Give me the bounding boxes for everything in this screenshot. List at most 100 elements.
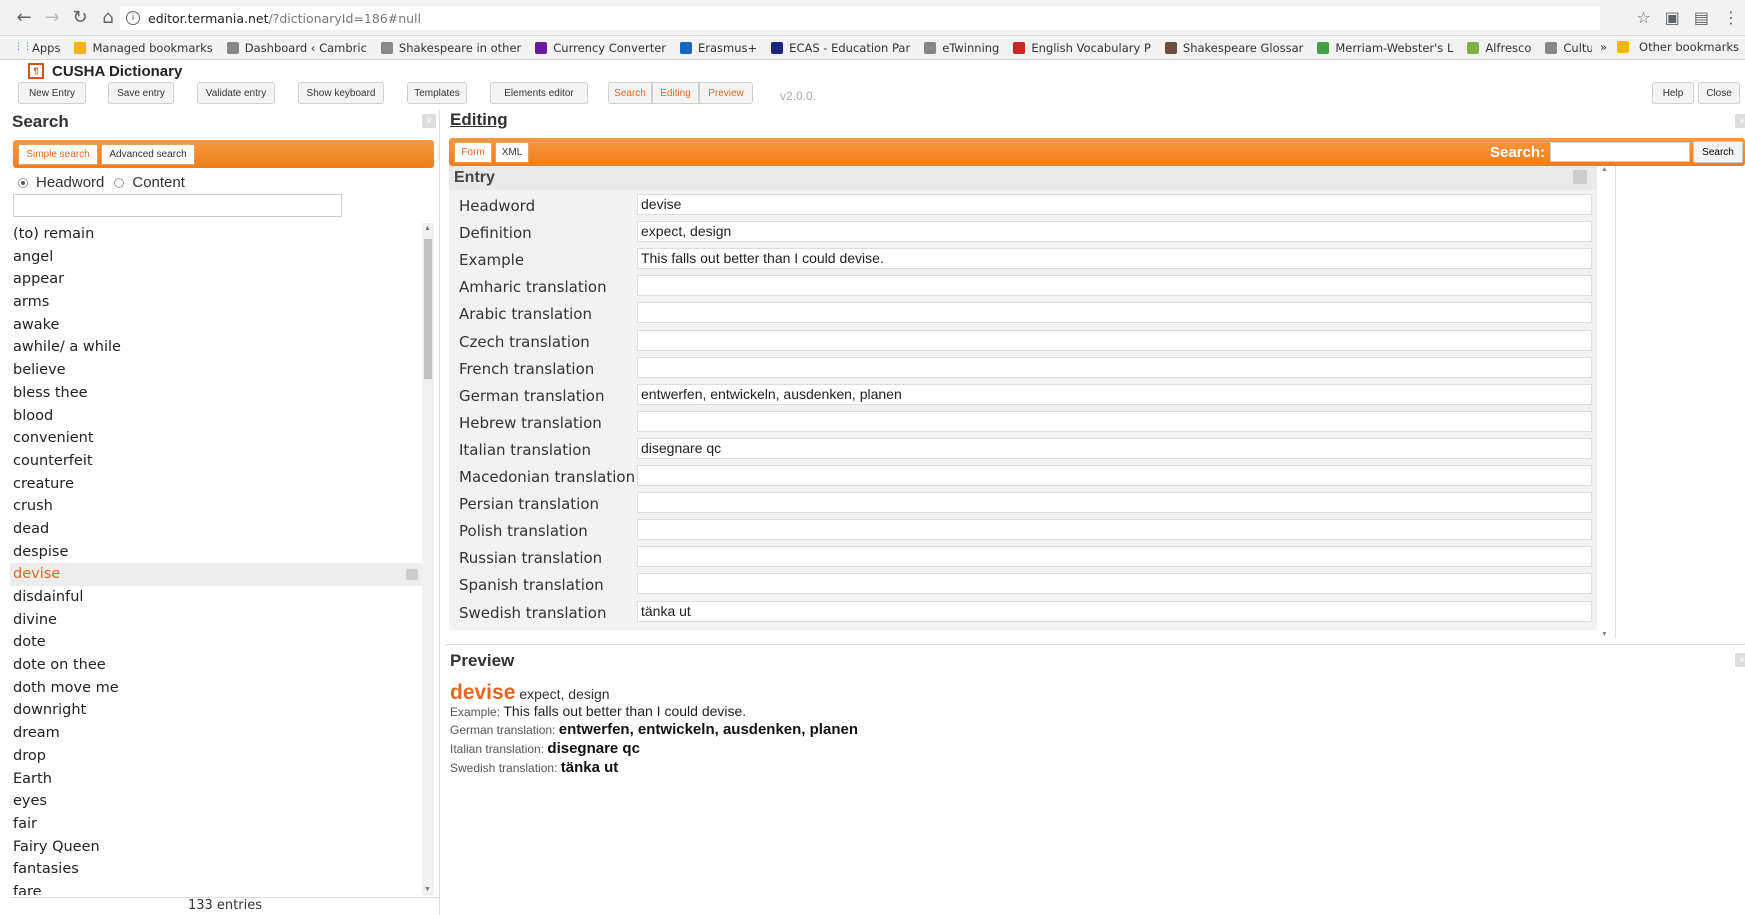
preview-toggle-button[interactable]: Preview [699,82,753,104]
extension-icon[interactable]: ▣ [1665,8,1680,27]
list-item[interactable]: divine [10,609,430,632]
list-item[interactable]: doth move me [10,677,430,700]
show-keyboard-button[interactable]: Show keyboard [298,82,384,104]
tab-advanced-search[interactable]: Advanced search [101,144,195,165]
bookmark-item[interactable]: Managed bookmarks [74,41,213,55]
scroll-down-icon[interactable]: ▼ [424,886,431,893]
bookmark-item[interactable]: ⋮⋮ Apps [14,41,60,55]
field-input[interactable] [637,410,1592,432]
extension-icon-2[interactable]: ▤ [1694,8,1709,27]
reload-icon[interactable]: ↻ [66,4,94,32]
list-item[interactable]: blood [10,405,430,428]
close-search-panel-icon[interactable]: × [422,114,436,128]
list-item[interactable]: counterfeit [10,450,430,473]
back-icon[interactable]: ← [10,4,38,32]
tab-xml[interactable]: XML [495,142,529,163]
close-preview-panel-icon[interactable]: × [1735,653,1745,667]
list-item[interactable]: (to) remain [10,223,430,246]
scroll-up-icon[interactable]: ▲ [424,225,431,232]
list-item[interactable]: disdainful [10,586,430,609]
bookmark-item[interactable]: Erasmus+ [680,41,757,55]
bookmark-item[interactable]: ECAS - Education Par [771,41,910,55]
list-item[interactable]: bless thee [10,382,430,405]
editing-search-input[interactable] [1550,142,1690,162]
field-input[interactable]: expect, design [637,221,1592,243]
list-item[interactable]: creature [10,473,430,496]
field-input[interactable] [637,329,1592,351]
field-input[interactable] [637,546,1592,568]
scroll-thumb[interactable] [424,239,432,379]
close-editing-panel-icon[interactable]: × [1735,114,1745,128]
bookmark-star-icon[interactable]: ☆ [1636,8,1650,27]
editing-search-button[interactable]: Search [1693,141,1743,163]
close-button[interactable]: Close [1698,82,1740,104]
list-item[interactable]: fare [10,881,430,895]
bookmark-item[interactable]: Alfresco [1467,41,1531,55]
save-entry-button[interactable]: Save entry [108,82,174,104]
other-bookmarks[interactable]: Other bookmarks [1639,40,1739,54]
list-item[interactable]: crush [10,495,430,518]
search-input[interactable] [13,194,342,217]
forward-icon[interactable]: → [38,4,66,32]
bookmark-item[interactable]: Dashboard ‹ Cambric [226,41,367,55]
list-item[interactable]: dream [10,722,430,745]
editing-toggle-button[interactable]: Editing [652,82,699,104]
bookmark-item[interactable]: English Vocabulary P [1013,41,1151,55]
field-input[interactable]: This falls out better than I could devis… [637,248,1592,270]
collapse-entry-icon[interactable] [1573,170,1587,184]
list-item[interactable]: dote [10,631,430,654]
field-input[interactable] [637,465,1592,486]
form-scroll-up-icon[interactable]: ▲ [1601,166,1608,173]
list-item[interactable]: believe [10,359,430,382]
bookmark-item[interactable]: Shakespeare in other [380,41,521,55]
list-item[interactable]: awhile/ a while [10,336,430,359]
field-input[interactable] [637,519,1592,541]
form-scrollbar[interactable]: ▲ ▼ [1599,166,1611,638]
more-bookmarks-icon[interactable]: » [1600,40,1607,54]
form-scroll-down-icon[interactable]: ▼ [1601,631,1608,638]
list-item[interactable]: Fairy Queen [10,836,430,859]
field-input[interactable]: disegnare qc [637,437,1592,459]
list-item[interactable]: dote on thee [10,654,430,677]
templates-button[interactable]: Templates [407,82,467,104]
list-item[interactable]: downright [10,699,430,722]
list-item[interactable]: despise [10,541,430,564]
list-item[interactable]: dead [10,518,430,541]
bookmark-item[interactable]: Currency Converter [535,41,666,55]
bookmark-item[interactable]: Merriam-Webster's L [1317,41,1453,55]
tab-simple-search[interactable]: Simple search [18,144,98,165]
menu-icon[interactable]: ⋮ [1723,8,1739,27]
search-toggle-button[interactable]: Search [608,82,652,104]
field-input[interactable] [637,492,1592,514]
field-input[interactable] [637,275,1592,297]
list-item[interactable]: eyes [10,790,430,813]
field-input[interactable]: devise [637,194,1592,215]
home-icon[interactable]: ⌂ [94,4,122,32]
list-item[interactable]: awake [10,314,430,337]
list-item[interactable]: Earth [10,768,430,791]
list-item[interactable]: appear [10,268,430,291]
bookmark-item[interactable]: Shakespeare Glossar [1164,41,1303,55]
list-item[interactable]: devise [10,563,430,586]
list-item[interactable]: convenient [10,427,430,450]
help-button[interactable]: Help [1652,82,1694,104]
list-item[interactable]: angel [10,246,430,269]
item-menu-icon[interactable] [406,569,418,581]
new-entry-button[interactable]: New Entry [18,82,86,104]
content-radio[interactable] [114,177,125,188]
address-bar[interactable]: i editor.termania.net/?dictionaryId=186#… [120,6,1600,30]
bookmark-item[interactable]: eTwinning [924,41,999,55]
list-item[interactable]: fantasies [10,858,430,881]
field-input[interactable] [637,302,1592,324]
tab-form[interactable]: Form [454,142,492,163]
word-list-scrollbar[interactable]: ▲ ▼ [422,223,434,895]
validate-entry-button[interactable]: Validate entry [197,82,275,104]
list-item[interactable]: drop [10,745,430,768]
list-item[interactable]: fair [10,813,430,836]
info-icon[interactable]: i [126,11,140,25]
field-input[interactable]: tänka ut [637,600,1592,622]
headword-radio[interactable] [18,177,28,188]
field-input[interactable] [637,573,1592,595]
field-input[interactable] [637,356,1592,378]
elements-editor-button[interactable]: Elements editor [490,82,588,104]
